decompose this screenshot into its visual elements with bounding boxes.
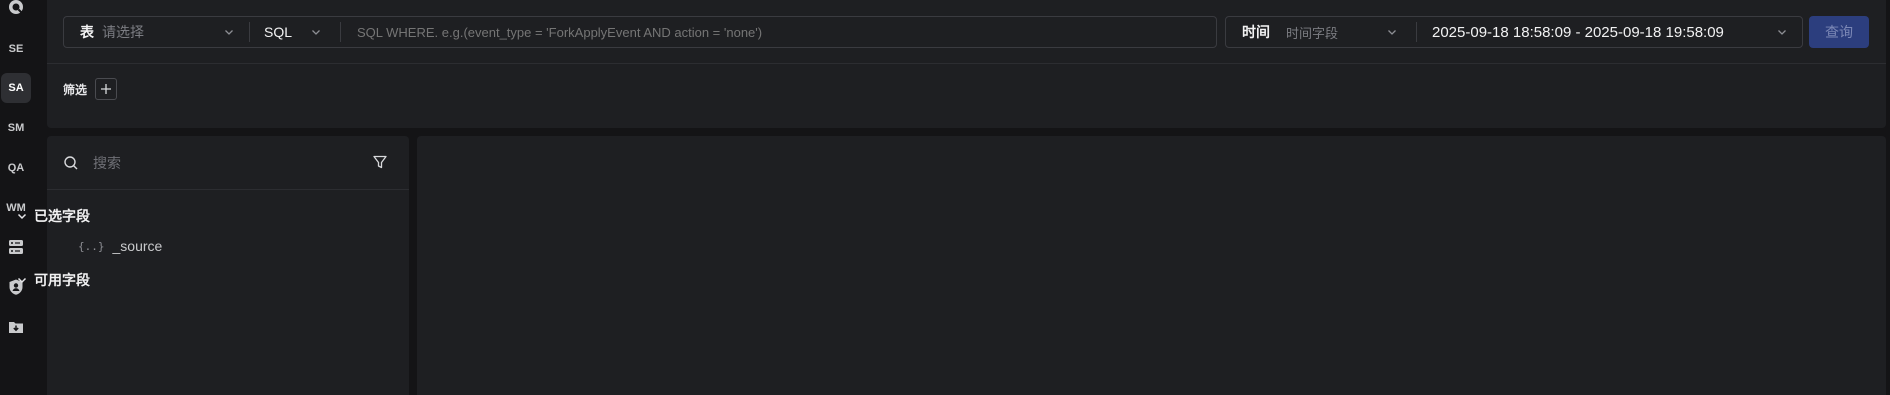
- filter-label: 筛选: [63, 82, 88, 97]
- rail-item-qa[interactable]: QA: [1, 153, 31, 183]
- filter-row: 筛选: [63, 78, 118, 100]
- folder-download-icon-svg: [9, 322, 23, 333]
- mode-select[interactable]: SQL: [250, 24, 340, 40]
- rail-item-sm[interactable]: SM: [1, 113, 31, 143]
- divider: [340, 22, 341, 42]
- chevron-down-icon: [1388, 30, 1396, 35]
- time-label: 时间: [1242, 24, 1270, 40]
- query-row: 表 请选择 SQL 时间 时间字段: [47, 0, 1886, 64]
- query-button[interactable]: 查询: [1809, 16, 1869, 48]
- query-panel: 表 请选择 SQL 时间 时间字段: [47, 0, 1886, 128]
- time-field-select[interactable]: 时间 时间字段: [1226, 22, 1416, 42]
- server-icon-svg: [9, 240, 23, 254]
- time-range-picker[interactable]: 2025-09-18 18:58:09 - 2025-09-18 19:58:0…: [1417, 24, 1802, 41]
- table-label: 表: [80, 24, 94, 40]
- table-select[interactable]: 表 请选择: [64, 22, 249, 42]
- filter-icon[interactable]: [372, 154, 388, 170]
- time-range-value: 2025-09-18 18:58:09 - 2025-09-18 19:58:0…: [1432, 23, 1724, 41]
- chevron-down-icon: [225, 30, 233, 35]
- available-fields-label: 可用字段: [34, 272, 90, 288]
- search-icon: [64, 156, 78, 170]
- results-panel: [417, 136, 1886, 395]
- table-placeholder: 请选择: [102, 24, 144, 40]
- field-search-row: [47, 136, 409, 190]
- left-rail: SE SA SM QA WM: [0, 0, 46, 395]
- time-field-placeholder: 时间字段: [1286, 25, 1339, 41]
- field-name: _source: [112, 238, 163, 254]
- field-item-source[interactable]: {..} _source: [78, 238, 162, 254]
- server-icon[interactable]: [1, 232, 31, 262]
- plus-icon: [101, 84, 112, 94]
- rail-item-se[interactable]: SE: [1, 34, 31, 64]
- mode-value: SQL: [264, 24, 293, 40]
- available-fields-group[interactable]: 可用字段: [16, 270, 90, 290]
- chevron-down-icon: [1778, 30, 1786, 35]
- time-input-group: 时间 时间字段 2025-09-18 18:58:09 - 2025-09-18…: [1225, 16, 1803, 48]
- chevron-down-icon: [17, 277, 27, 284]
- query-logo-icon-svg: [9, 0, 23, 14]
- field-search-input[interactable]: [93, 153, 343, 173]
- object-field-icon: {..}: [78, 239, 105, 253]
- query-input-group: 表 请选择 SQL: [63, 16, 1217, 48]
- selected-fields-group[interactable]: 已选字段: [16, 206, 90, 226]
- chevron-down-icon: [312, 30, 320, 35]
- chevron-down-icon: [17, 213, 27, 220]
- rail-item-sa[interactable]: SA: [1, 73, 31, 103]
- field-panel: [47, 136, 409, 395]
- add-filter-button[interactable]: [95, 78, 118, 100]
- query-logo-icon[interactable]: [1, 0, 31, 22]
- selected-fields-label: 已选字段: [34, 208, 90, 224]
- sql-where-input[interactable]: [357, 18, 1216, 46]
- folder-download-icon[interactable]: [1, 312, 31, 342]
